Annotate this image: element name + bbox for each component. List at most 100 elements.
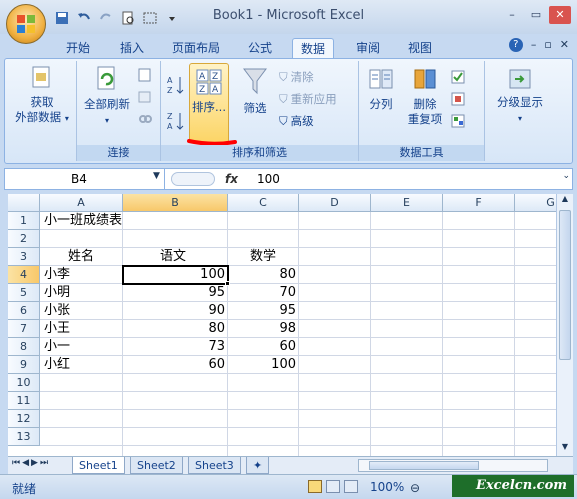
insert-sheet-icon[interactable]: ✦	[246, 457, 270, 474]
text-to-columns-button[interactable]: 分列	[363, 67, 399, 112]
sheet-tab-2[interactable]: Sheet2	[130, 457, 183, 474]
row-header[interactable]: 9	[8, 356, 40, 374]
restore-button[interactable]: ▭	[525, 6, 547, 24]
cell-a1[interactable]: 小一班成绩表	[44, 212, 122, 230]
office-button[interactable]	[6, 4, 46, 44]
cell-a5[interactable]: 小明	[44, 284, 70, 302]
sort-descending-icon[interactable]: ZA	[167, 111, 185, 131]
column-header-c[interactable]: C	[228, 194, 299, 212]
row-header[interactable]: 13	[8, 428, 40, 446]
advanced-button[interactable]: ⛉ 高级	[279, 113, 314, 129]
cell-c6[interactable]: 95	[228, 302, 299, 320]
column-header-b[interactable]: B	[123, 194, 228, 212]
cell-a6[interactable]: 小张	[44, 302, 70, 320]
column-header-g[interactable]: G	[515, 194, 556, 212]
reapply-button[interactable]: ⛉ 重新应用	[279, 91, 337, 107]
column-header-a[interactable]: A	[40, 194, 123, 212]
scroll-thumb[interactable]	[559, 210, 571, 360]
fill-handle[interactable]	[225, 281, 230, 286]
cell-b6[interactable]: 90	[123, 302, 228, 320]
select-all-corner[interactable]	[8, 194, 40, 212]
svg-text:Z: Z	[199, 85, 205, 95]
tab-view[interactable]: 视图	[400, 38, 440, 58]
close-button[interactable]: ✕	[549, 6, 571, 24]
zoom-out-icon[interactable]: ⊖	[410, 481, 420, 495]
formula-input[interactable]: 100	[257, 169, 280, 189]
edit-links-icon[interactable]	[137, 111, 153, 127]
horizontal-scrollbar[interactable]	[358, 459, 548, 472]
page-layout-view-icon[interactable]	[326, 480, 340, 493]
cell-b5[interactable]: 95	[123, 284, 228, 302]
scroll-up-icon[interactable]: ▲	[558, 194, 572, 208]
consolidate-icon[interactable]	[451, 91, 469, 107]
row-header[interactable]: 6	[8, 302, 40, 320]
remove-duplicates-button[interactable]: 删除 重复项	[403, 67, 447, 127]
row-header[interactable]: 12	[8, 410, 40, 428]
sheet-tab-3[interactable]: Sheet3	[188, 457, 241, 474]
row-header[interactable]: 3	[8, 248, 40, 266]
row-header[interactable]: 10	[8, 374, 40, 392]
tab-review[interactable]: 审阅	[348, 38, 388, 58]
row-header[interactable]: 7	[8, 320, 40, 338]
get-external-data-button[interactable]: 获取 外部数据 ▾	[11, 65, 73, 126]
filter-button[interactable]: 筛选	[235, 67, 275, 116]
row-header[interactable]: 2	[8, 230, 40, 248]
cell-c7[interactable]: 98	[228, 320, 299, 338]
tab-formulas[interactable]: 公式	[240, 38, 280, 58]
row-header[interactable]: 5	[8, 284, 40, 302]
outline-button[interactable]: 分级显示 ▾	[489, 67, 551, 126]
clear-button[interactable]: ⛉ 清除	[279, 69, 314, 85]
row-header[interactable]: 1	[8, 212, 40, 230]
cell-a4[interactable]: 小李	[44, 266, 70, 284]
tab-home[interactable]: 开始	[58, 38, 98, 58]
ribbon-minimize-icon[interactable]: –	[531, 38, 537, 52]
cell-c3[interactable]: 数学	[250, 248, 276, 266]
zoom-level[interactable]: 100%	[370, 480, 404, 494]
column-header-e[interactable]: E	[371, 194, 443, 212]
tab-data[interactable]: 数据	[292, 38, 335, 58]
cell-a9[interactable]: 小红	[44, 356, 70, 374]
page-break-view-icon[interactable]	[344, 480, 358, 493]
cell-c9[interactable]: 100	[228, 356, 299, 374]
cell-a8[interactable]: 小一	[44, 338, 70, 356]
sheet-nav-icon[interactable]: ⏮◀▶⏭	[12, 458, 50, 468]
scroll-down-icon[interactable]: ▼	[558, 442, 572, 456]
properties-icon[interactable]	[137, 89, 153, 105]
tab-page-layout[interactable]: 页面布局	[164, 38, 228, 58]
row-header[interactable]: 8	[8, 338, 40, 356]
cell-b7[interactable]: 80	[123, 320, 228, 338]
cell-c5[interactable]: 70	[228, 284, 299, 302]
cell-b9[interactable]: 60	[123, 356, 228, 374]
cell-b3[interactable]: 语文	[160, 248, 186, 266]
worksheet-grid[interactable]: A B C D E F G 1 2 3 4 5 6 7 8 9 10 11 12…	[8, 194, 556, 456]
horizontal-scroll-thumb[interactable]	[369, 461, 479, 470]
cell-c4[interactable]: 80	[228, 266, 299, 284]
connections-icon[interactable]	[137, 67, 153, 83]
tab-insert[interactable]: 插入	[112, 38, 152, 58]
sheet-tab-1[interactable]: Sheet1	[72, 457, 125, 474]
sort-ascending-icon[interactable]: AZ	[167, 75, 185, 95]
row-header[interactable]: 4	[8, 266, 40, 284]
normal-view-icon[interactable]	[308, 480, 322, 493]
column-header-f[interactable]: F	[443, 194, 515, 212]
insert-function-button[interactable]: fx	[225, 169, 238, 189]
row-header[interactable]: 11	[8, 392, 40, 410]
cell-c8[interactable]: 60	[228, 338, 299, 356]
ribbon-close-icon[interactable]: ✕	[560, 38, 569, 52]
expand-formula-bar-icon[interactable]: ⌄	[562, 171, 570, 181]
ribbon-restore-icon[interactable]: ▫	[544, 38, 551, 52]
data-validation-icon[interactable]	[451, 69, 469, 85]
name-box-dropdown-icon[interactable]: ▼	[153, 171, 160, 181]
vertical-scrollbar[interactable]: ▲ ▼	[556, 194, 573, 456]
cell-a3[interactable]: 姓名	[68, 248, 94, 266]
sort-button[interactable]: AZZA 排序...	[189, 63, 229, 143]
refresh-all-button[interactable]: 全部刷新 ▾	[79, 65, 135, 128]
cell-a7[interactable]: 小王	[44, 320, 70, 338]
column-header-d[interactable]: D	[299, 194, 371, 212]
formula-bar-resize-handle[interactable]	[171, 172, 215, 186]
cell-b8[interactable]: 73	[123, 338, 228, 356]
name-box[interactable]: B4	[5, 169, 165, 189]
what-if-analysis-icon[interactable]	[451, 113, 469, 129]
help-icon[interactable]: ?	[508, 38, 523, 52]
minimize-button[interactable]: –	[501, 6, 523, 24]
